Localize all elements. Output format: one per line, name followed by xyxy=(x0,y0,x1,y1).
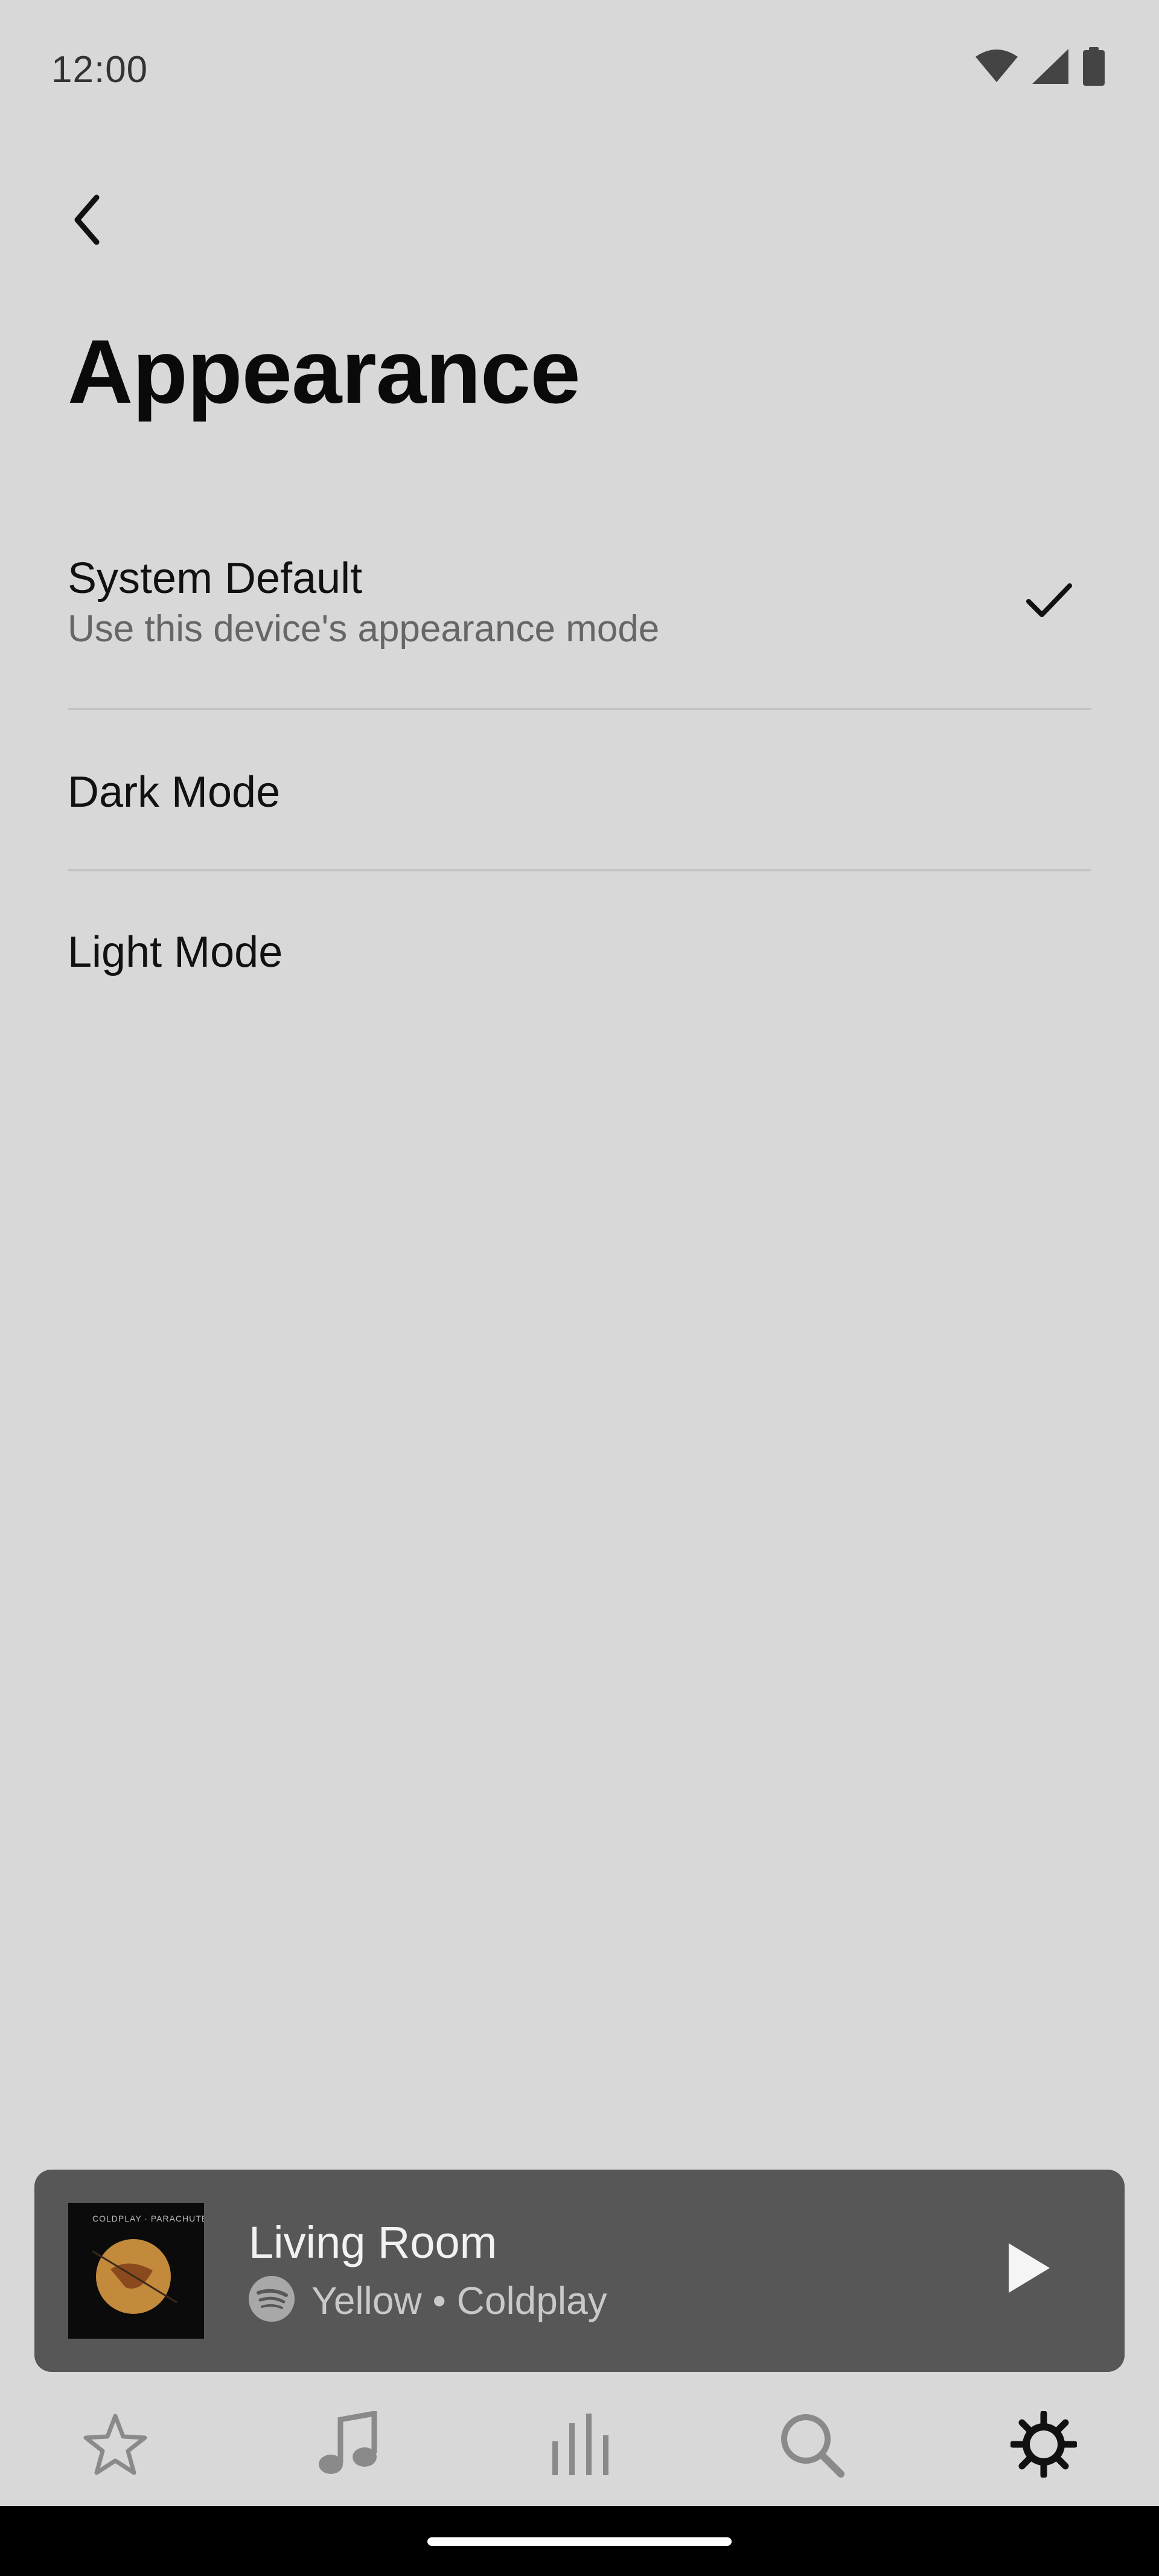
checkmark-icon xyxy=(1025,580,1073,625)
play-button[interactable] xyxy=(992,2233,1064,2305)
option-subtitle: Use this device's appearance mode xyxy=(68,608,660,650)
page-title: Appearance xyxy=(68,321,581,422)
chevron-left-icon xyxy=(69,193,105,250)
home-indicator[interactable] xyxy=(427,2537,732,2546)
back-button[interactable] xyxy=(58,192,116,250)
tab-search[interactable] xyxy=(772,2406,851,2485)
status-time: 12:00 xyxy=(51,49,148,91)
gear-icon xyxy=(1009,2410,1078,2481)
option-label: System Default xyxy=(68,554,363,603)
status-bar: 12:00 xyxy=(0,0,1159,139)
tab-favorites[interactable] xyxy=(76,2406,155,2485)
music-note-icon xyxy=(314,2410,380,2481)
option-light-mode[interactable]: Light Mode xyxy=(68,870,1091,1030)
status-icons xyxy=(975,47,1105,86)
star-icon xyxy=(82,2411,148,2481)
option-dark-mode[interactable]: Dark Mode xyxy=(68,710,1091,870)
album-art: COLDPLAY · PARACHUTES xyxy=(68,2203,204,2339)
search-icon xyxy=(778,2411,845,2481)
now-playing-bar[interactable]: COLDPLAY · PARACHUTES Living Room Yellow… xyxy=(34,2170,1125,2372)
tab-bar xyxy=(0,2391,1159,2503)
battery-icon xyxy=(1083,47,1105,86)
equalizer-icon xyxy=(546,2411,613,2481)
play-icon xyxy=(1004,2241,1052,2298)
option-label: Dark Mode xyxy=(68,768,281,816)
tab-rooms[interactable] xyxy=(540,2406,619,2485)
option-system-default[interactable]: System Default Use this device's appeara… xyxy=(68,549,1091,706)
wifi-icon xyxy=(975,50,1018,83)
system-nav-bar xyxy=(0,2506,1159,2576)
player-room: Living Room xyxy=(249,2217,497,2267)
tab-music[interactable] xyxy=(308,2406,386,2485)
signal-icon xyxy=(1032,49,1068,84)
player-subtitle: Yellow • Coldplay xyxy=(249,2276,607,2325)
tab-settings[interactable] xyxy=(1004,2406,1083,2485)
spotify-icon xyxy=(249,2276,295,2325)
option-label: Light Mode xyxy=(68,928,283,976)
player-track: Yellow • Coldplay xyxy=(311,2278,607,2322)
